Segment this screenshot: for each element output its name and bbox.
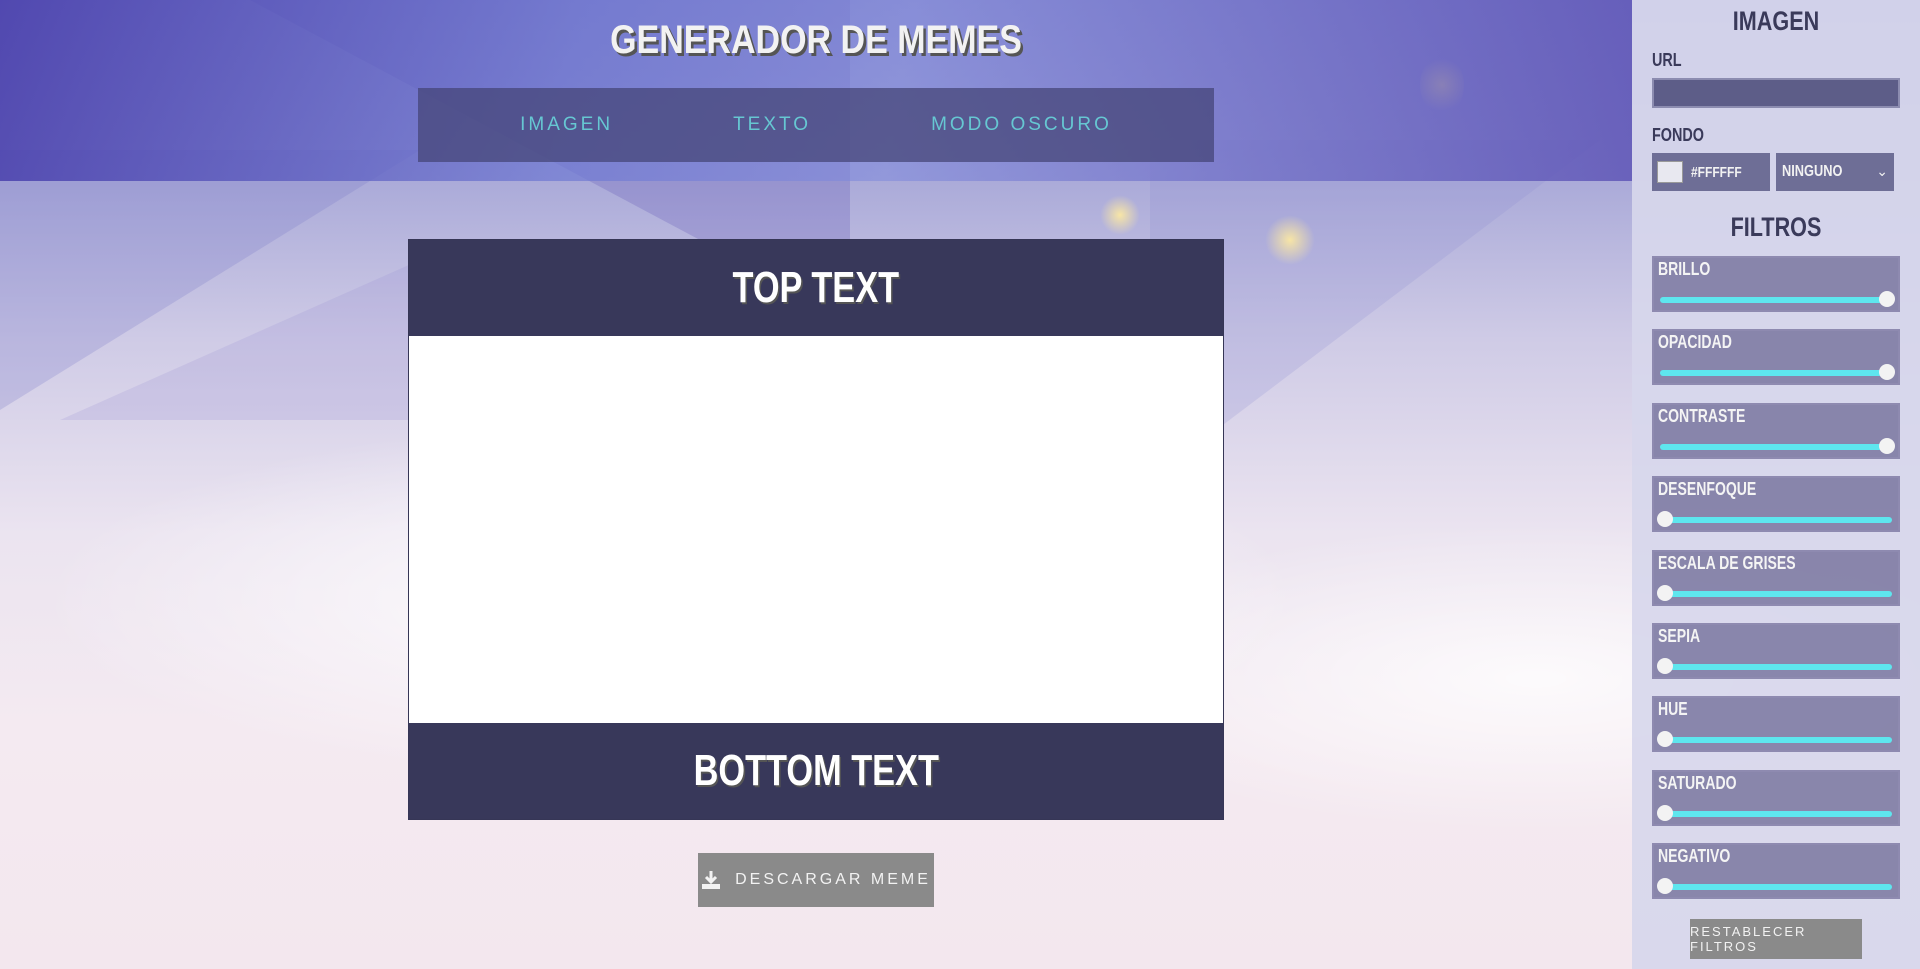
filter-negativo: NEGATIVO [1652,843,1900,899]
slider-track[interactable] [1660,444,1892,450]
panel-image-heading: IMAGEN [1732,6,1820,36]
download-button[interactable]: DESCARGAR MEME [698,853,934,907]
url-input[interactable] [1652,78,1900,108]
background-sparkle [1100,195,1140,235]
slider-track[interactable] [1660,591,1892,597]
url-label: URL [1652,50,1682,70]
background-sparkle [1265,215,1315,265]
filter-contraste: CONTRASTE [1652,403,1900,459]
meme-top-text: TOP TEXT [732,263,900,312]
filter-escala-de-grises: ESCALA DE GRISES [1652,550,1900,606]
slider-thumb[interactable] [1656,658,1673,674]
filter-label: SEPIA [1658,626,1701,646]
filter-label: NEGATIVO [1658,846,1731,866]
side-panel: IMAGEN URL FONDO #FFFFFF NINGUNO ⌄ FILTR… [1632,0,1920,969]
fondo-label: FONDO [1652,125,1704,145]
filter-saturado: SATURADO [1652,770,1900,826]
filter-label: ESCALA DE GRISES [1658,553,1796,573]
filter-label: CONTRASTE [1658,406,1746,426]
blend-mode-select[interactable]: NINGUNO ⌄ [1776,153,1894,191]
meme-bottom-text: BOTTOM TEXT [693,746,939,795]
slider-thumb[interactable] [1879,364,1896,380]
slider-thumb[interactable] [1656,511,1673,527]
download-label: DESCARGAR MEME [735,871,931,888]
page-title: GENERADOR DE MEMES [610,18,1022,62]
background-facet [0,150,420,410]
background-color-picker[interactable]: #FFFFFF [1652,153,1770,191]
main-nav: IMAGEN TEXTO MODO OSCURO [418,88,1214,162]
meme-image-area [409,336,1223,723]
filter-brillo: BRILLO [1652,256,1900,312]
chevron-down-icon: ⌄ [1876,164,1888,180]
panel-filters-heading: FILTROS [1730,212,1822,242]
meme-top-band: TOP TEXT [409,240,1223,336]
slider-track[interactable] [1660,517,1892,523]
filter-label: DESENFOQUE [1658,479,1757,499]
slider-track[interactable] [1660,737,1892,743]
filter-opacidad: OPACIDAD [1652,329,1900,385]
filter-hue: HUE [1652,696,1900,752]
download-icon [702,871,721,889]
slider-thumb[interactable] [1879,438,1896,454]
filter-label: SATURADO [1658,773,1737,793]
color-value: #FFFFFF [1691,163,1742,181]
slider-thumb[interactable] [1656,805,1673,821]
slider-track[interactable] [1660,664,1892,670]
blend-mode-value: NINGUNO [1782,163,1843,180]
filter-desenfoque: DESENFOQUE [1652,476,1900,532]
slider-track[interactable] [1660,884,1892,890]
filter-sepia: SEPIA [1652,623,1900,679]
filter-label: HUE [1658,699,1688,719]
slider-thumb[interactable] [1656,731,1673,747]
slider-thumb[interactable] [1656,585,1673,601]
meme-bottom-band: BOTTOM TEXT [409,723,1223,819]
filter-label: BRILLO [1658,259,1711,279]
filter-label: OPACIDAD [1658,332,1732,352]
slider-track[interactable] [1660,811,1892,817]
reset-filters-button[interactable]: RESTABLECER FILTROS [1690,919,1862,959]
color-swatch [1657,161,1683,183]
slider-track[interactable] [1660,297,1892,303]
slider-thumb[interactable] [1656,878,1673,894]
background-facet [60,260,420,420]
nav-modo-oscuro[interactable]: MODO OSCURO [931,114,1112,136]
nav-imagen[interactable]: IMAGEN [520,114,613,136]
nav-texto[interactable]: TEXTO [733,114,811,136]
meme-canvas: TOP TEXT BOTTOM TEXT [408,239,1224,820]
slider-thumb[interactable] [1879,291,1896,307]
slider-track[interactable] [1660,370,1892,376]
